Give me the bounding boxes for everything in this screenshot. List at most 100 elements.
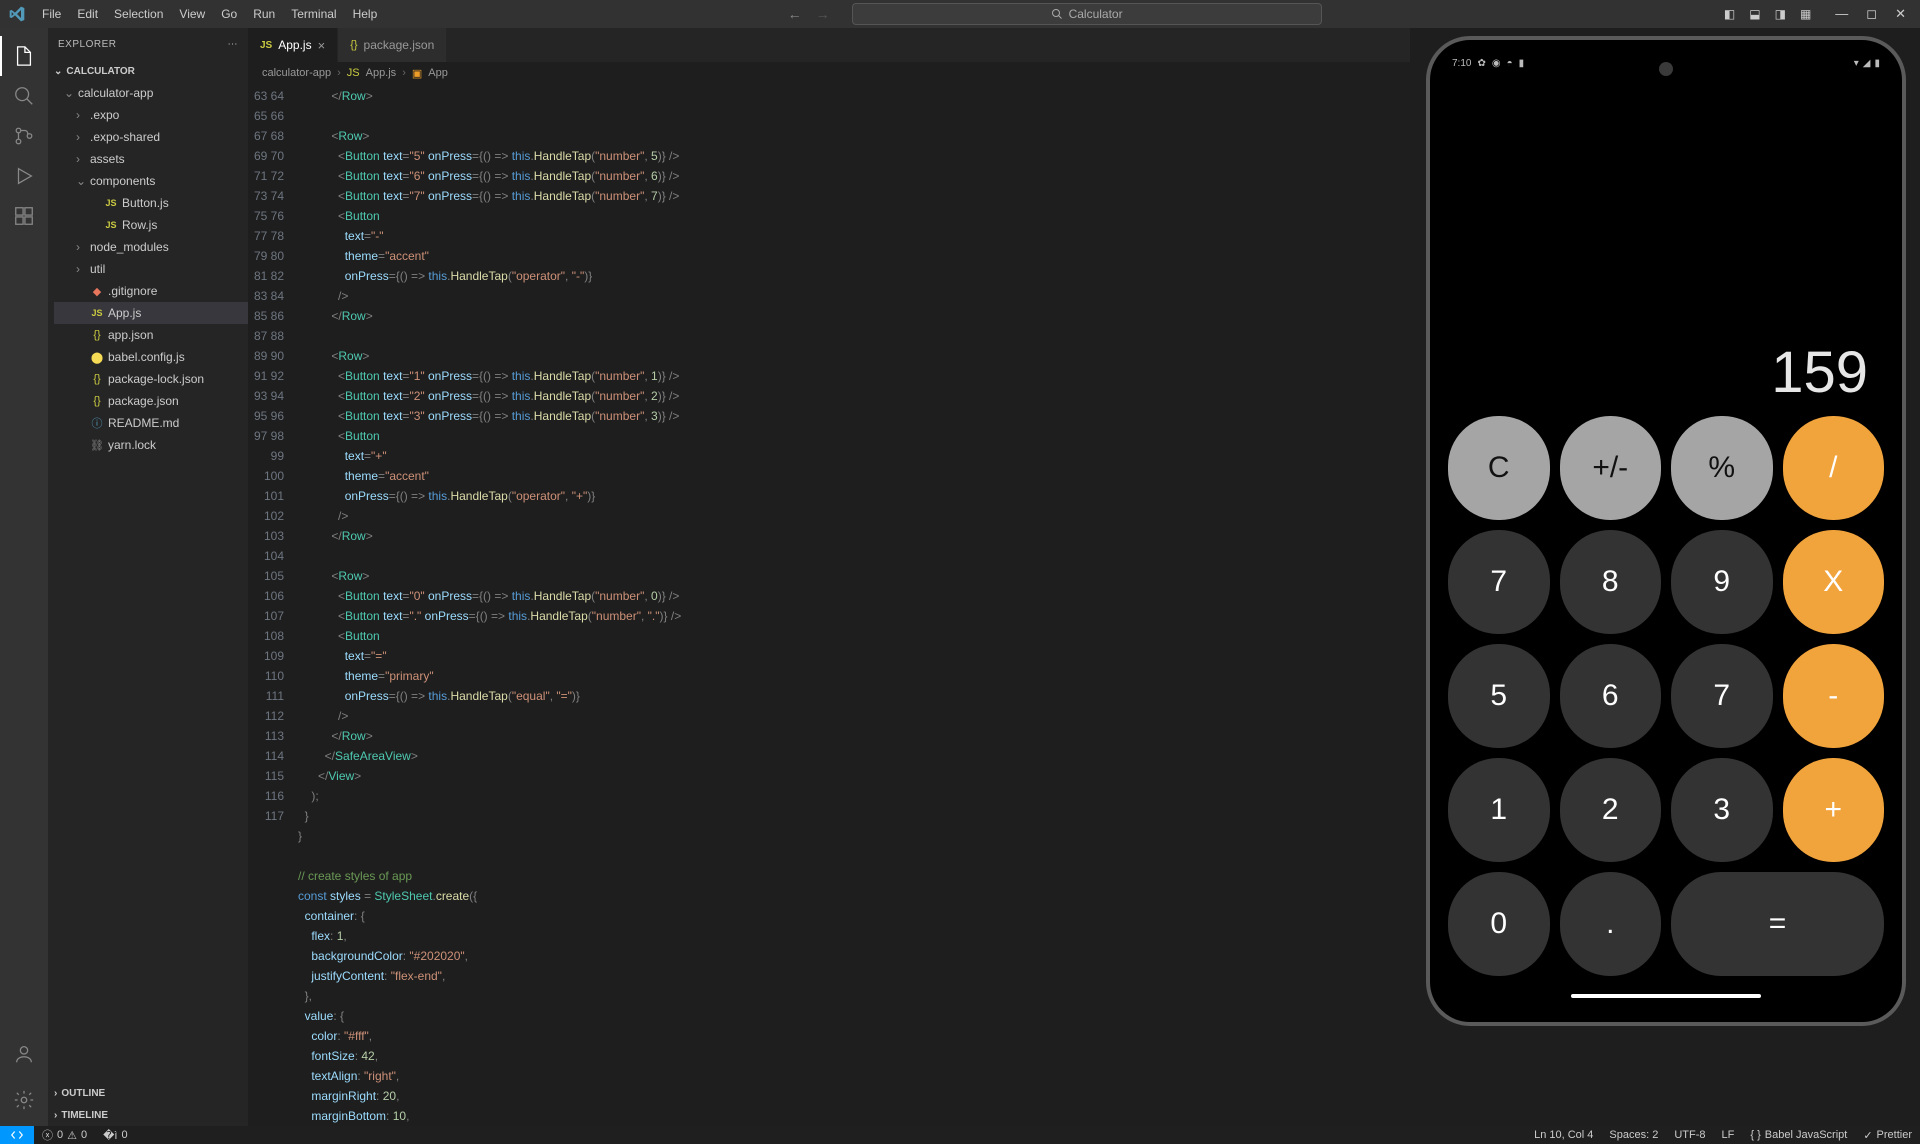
port-count: 0 — [121, 1129, 127, 1141]
tree-item-yarn-lock[interactable]: ⛓yarn.lock — [54, 434, 248, 456]
code-content[interactable]: </Row> <Row> <Button text="5" onPress={(… — [298, 86, 681, 1126]
warning-count: 0 — [81, 1129, 87, 1141]
outline-section[interactable]: ›OUTLINE — [48, 1082, 248, 1104]
breadcrumb-item[interactable]: App — [428, 67, 448, 79]
indent-label: Spaces: 2 — [1609, 1129, 1658, 1141]
tree-item-babel-config-js[interactable]: ⬤babel.config.js — [54, 346, 248, 368]
menu-edit[interactable]: Edit — [69, 7, 106, 21]
status-ports[interactable]: �ì0 — [95, 1129, 135, 1142]
calc-btn-8[interactable]: 8 — [1560, 530, 1662, 634]
sidebar-more-icon[interactable]: ⋯ — [228, 39, 239, 50]
phone-status-icon: ◉ — [1492, 58, 1501, 69]
settings-gear-icon[interactable] — [0, 1080, 48, 1120]
calc-btn-5[interactable]: 5 — [1448, 644, 1550, 748]
symbol-class-icon: ▣ — [412, 67, 422, 80]
run-debug-icon[interactable] — [0, 156, 48, 196]
calc-btn-7[interactable]: 7 — [1448, 530, 1550, 634]
menu-view[interactable]: View — [171, 7, 213, 21]
tab-label: package.json — [364, 38, 435, 52]
code-editor[interactable]: 63 64 65 66 67 68 69 70 71 72 73 74 75 7… — [248, 84, 1410, 1126]
menu-run[interactable]: Run — [245, 7, 283, 21]
remote-indicator[interactable] — [0, 1126, 34, 1144]
nav-forward-icon[interactable]: → — [816, 6, 830, 22]
toggle-panel-icon[interactable]: ⬓ — [1749, 7, 1760, 21]
file-tree: ⌄calculator-app›.expo›.expo-shared›asset… — [48, 82, 248, 456]
calc-btn-c[interactable]: C — [1448, 416, 1550, 520]
status-eol[interactable]: LF — [1714, 1129, 1743, 1142]
tree-item-readme-md[interactable]: ⓘREADME.md — [54, 412, 248, 434]
tab-package-json[interactable]: {}package.json — [338, 28, 447, 62]
calc-btn-[interactable]: . — [1560, 872, 1662, 976]
calc-btn-[interactable]: + — [1783, 758, 1885, 862]
battery-icon: ▮ — [1874, 58, 1880, 69]
tab-app-js[interactable]: JSApp.js× — [248, 28, 338, 62]
tree-item-assets[interactable]: ›assets — [54, 148, 248, 170]
nav-back-icon[interactable]: ← — [788, 6, 802, 22]
calc-btn-3[interactable]: 3 — [1671, 758, 1773, 862]
tree-item--gitignore[interactable]: ◆.gitignore — [54, 280, 248, 302]
calc-btn-[interactable]: - — [1783, 644, 1885, 748]
tree-item-components[interactable]: ⌄components — [54, 170, 248, 192]
status-prettier[interactable]: ✓Prettier — [1855, 1129, 1920, 1142]
calc-btn-9[interactable]: 9 — [1671, 530, 1773, 634]
calc-btn-[interactable]: +/- — [1560, 416, 1662, 520]
toggle-primary-sidebar-icon[interactable]: ◧ — [1724, 7, 1735, 21]
explorer-icon[interactable] — [0, 36, 48, 76]
status-encoding[interactable]: UTF-8 — [1666, 1129, 1713, 1142]
menu-terminal[interactable]: Terminal — [283, 7, 344, 21]
tree-label: util — [90, 262, 105, 276]
breadcrumb-item[interactable]: calculator-app — [262, 67, 331, 79]
customize-layout-icon[interactable]: ▦ — [1800, 7, 1811, 21]
maximize-icon[interactable]: ◻ — [1866, 6, 1877, 22]
breadcrumb-item[interactable]: App.js — [366, 67, 397, 79]
chevron-icon: › — [76, 108, 86, 122]
status-indent[interactable]: Spaces: 2 — [1601, 1129, 1666, 1142]
menu-selection[interactable]: Selection — [106, 7, 171, 21]
calc-btn-7[interactable]: 7 — [1671, 644, 1773, 748]
home-indicator[interactable] — [1571, 994, 1761, 998]
tree-item--expo[interactable]: ›.expo — [54, 104, 248, 126]
tree-item-calculator-app[interactable]: ⌄calculator-app — [54, 82, 248, 104]
chevron-icon: ⌄ — [64, 86, 74, 100]
tree-item-app-js[interactable]: JSApp.js — [54, 302, 248, 324]
tree-item-button-js[interactable]: JSButton.js — [54, 192, 248, 214]
calc-btn-0[interactable]: 0 — [1448, 872, 1550, 976]
chevron-icon: › — [76, 240, 86, 254]
accounts-icon[interactable] — [0, 1034, 48, 1074]
tree-item-package-json[interactable]: {}package.json — [54, 390, 248, 412]
tree-label: yarn.lock — [108, 438, 156, 452]
status-language[interactable]: { }Babel JavaScript — [1742, 1129, 1855, 1142]
close-icon[interactable]: ✕ — [1895, 6, 1906, 22]
calc-btn-[interactable]: = — [1671, 872, 1884, 976]
tree-item-row-js[interactable]: JSRow.js — [54, 214, 248, 236]
timeline-section[interactable]: ›TIMELINE — [48, 1104, 248, 1126]
toggle-secondary-sidebar-icon[interactable]: ◨ — [1775, 7, 1786, 21]
calc-btn-x[interactable]: X — [1783, 530, 1885, 634]
sidebar-root-folder[interactable]: ⌄ CALCULATOR — [48, 60, 248, 82]
status-cursor[interactable]: Ln 10, Col 4 — [1526, 1129, 1601, 1142]
tree-item-package-lock-json[interactable]: {}package-lock.json — [54, 368, 248, 390]
tree-item-app-json[interactable]: {}app.json — [54, 324, 248, 346]
menu-file[interactable]: File — [34, 7, 69, 21]
tree-item-util[interactable]: ›util — [54, 258, 248, 280]
extensions-icon[interactable] — [0, 196, 48, 236]
calc-btn-1[interactable]: 1 — [1448, 758, 1550, 862]
calc-btn-[interactable]: % — [1671, 416, 1773, 520]
search-activity-icon[interactable] — [0, 76, 48, 116]
tree-item--expo-shared[interactable]: ›.expo-shared — [54, 126, 248, 148]
language-label: Babel JavaScript — [1765, 1129, 1848, 1141]
source-control-icon[interactable] — [0, 116, 48, 156]
calc-btn-6[interactable]: 6 — [1560, 644, 1662, 748]
minimize-icon[interactable]: — — [1835, 6, 1848, 22]
status-problems[interactable]: ⓧ0 ⚠0 — [34, 1127, 95, 1143]
close-tab-icon[interactable]: × — [318, 38, 326, 53]
calc-btn-[interactable]: / — [1783, 416, 1885, 520]
menu-help[interactable]: Help — [345, 7, 386, 21]
command-center[interactable]: Calculator — [852, 3, 1322, 25]
calculator-keypad: C+/-%/789X567-123+0.= — [1444, 412, 1888, 980]
breadcrumbs[interactable]: calculator-app› JS App.js› ▣ App — [248, 62, 1410, 84]
calc-btn-2[interactable]: 2 — [1560, 758, 1662, 862]
activity-bar — [0, 28, 48, 1126]
menu-go[interactable]: Go — [213, 7, 245, 21]
tree-item-node-modules[interactable]: ›node_modules — [54, 236, 248, 258]
